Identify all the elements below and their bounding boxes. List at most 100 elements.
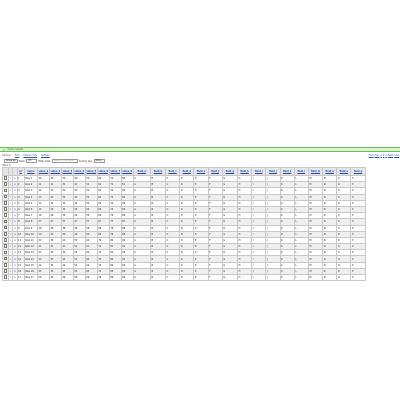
copy-icon[interactable]: ⧉ <box>14 239 16 242</box>
edit-icon[interactable]: ✎ <box>10 251 12 254</box>
row-checkbox[interactable] <box>3 256 8 261</box>
row-checkbox[interactable] <box>3 182 8 187</box>
column-header[interactable]: value_7 <box>108 167 122 176</box>
edit-icon[interactable]: ✎ <box>10 233 12 236</box>
column-header[interactable]: value_6 <box>96 167 110 176</box>
row-checkbox[interactable] <box>3 201 8 205</box>
column-header[interactable]: field_f <box>207 167 223 176</box>
column-header[interactable]: field_o <box>336 167 352 176</box>
edit-icon[interactable]: ✎ <box>10 202 12 205</box>
column-header[interactable]: value_2 <box>48 167 62 176</box>
show-all-button[interactable]: Show all <box>4 158 18 164</box>
table-cell: 66 <box>84 273 98 282</box>
column-header[interactable]: field_g <box>221 167 238 176</box>
copy-icon[interactable]: ⧉ <box>14 264 16 267</box>
page-link[interactable]: First <box>369 154 374 157</box>
edit-icon[interactable]: ✎ <box>10 177 12 180</box>
filter-input[interactable]: Search this table <box>51 158 78 164</box>
row-checkbox[interactable] <box>3 244 8 248</box>
column-header[interactable]: field_n <box>322 167 338 176</box>
row-checkbox[interactable] <box>3 263 8 267</box>
column-header[interactable]: field_k <box>279 167 295 176</box>
column-header[interactable]: field_b <box>149 167 167 176</box>
copy-icon[interactable]: ⧉ <box>14 177 16 180</box>
row-checkbox[interactable] <box>3 226 8 230</box>
column-header[interactable]: field_l <box>293 167 309 176</box>
column-header[interactable]: name <box>23 167 38 176</box>
column-header[interactable]: value_1 <box>36 167 50 176</box>
edit-icon[interactable]: ✎ <box>10 239 12 242</box>
page-link[interactable]: Next <box>388 154 393 157</box>
explain-sql-link[interactable]: Explain SQL <box>23 154 37 157</box>
table-cell: M <box>307 273 324 282</box>
copy-icon[interactable]: ⧉ <box>14 202 16 205</box>
edit-icon[interactable]: ✎ <box>10 220 12 223</box>
copy-icon[interactable]: ⧉ <box>14 196 16 199</box>
table-cell: Row 17 <box>23 273 38 282</box>
row-checkbox[interactable] <box>3 238 8 242</box>
column-header[interactable]: field_e <box>193 167 209 176</box>
edit-icon[interactable]: ✎ <box>10 183 12 186</box>
copy-icon[interactable]: ⧉ <box>14 214 16 217</box>
edit-icon[interactable]: ✎ <box>10 245 12 248</box>
column-header[interactable]: field_a <box>132 167 151 176</box>
row-checkbox[interactable] <box>3 275 8 279</box>
row-checkbox[interactable] <box>3 213 8 218</box>
row-checkbox[interactable] <box>3 176 8 180</box>
page-link[interactable]: 2 <box>383 154 384 157</box>
table-cell: F <box>207 273 223 282</box>
copy-icon[interactable]: ⧉ <box>14 189 16 192</box>
sort-key-select[interactable]: None <box>93 158 105 164</box>
edit-query-link[interactable]: Edit <box>15 154 19 157</box>
edit-icon[interactable]: ✎ <box>10 276 12 279</box>
edit-icon[interactable]: ✎ <box>10 196 12 199</box>
column-header[interactable]: field_m <box>307 167 324 176</box>
column-header[interactable]: field_i <box>251 167 267 176</box>
column-header[interactable]: field_c <box>165 167 181 176</box>
row-checkbox[interactable] <box>3 207 8 211</box>
table-cell: K <box>279 273 295 282</box>
results-table: id name value_1 value_2 value_3 value_4 value_… <box>2 167 366 282</box>
row-checkbox[interactable] <box>3 188 8 193</box>
edit-icon[interactable]: ✎ <box>10 227 12 230</box>
column-header[interactable]: field_p <box>350 167 366 176</box>
column-header[interactable]: value_5 <box>84 167 98 176</box>
rows-per-page-select[interactable]: 25 <box>26 158 38 164</box>
edit-icon[interactable]: ✎ <box>10 208 12 211</box>
copy-icon[interactable]: ⧉ <box>14 251 16 254</box>
page-link[interactable]: Prev <box>374 154 379 157</box>
row-checkbox[interactable] <box>3 195 8 199</box>
copy-icon[interactable]: ⧉ <box>14 276 16 279</box>
page-link[interactable]: 1 <box>380 154 381 157</box>
copy-icon[interactable]: ⧉ <box>14 245 16 248</box>
row-checkbox[interactable] <box>3 250 8 255</box>
column-header[interactable]: id <box>16 167 25 176</box>
edit-icon[interactable]: ✎ <box>10 264 12 267</box>
edit-icon[interactable]: ✎ <box>10 189 12 192</box>
edit-icon[interactable]: ✎ <box>10 214 12 217</box>
column-header[interactable]: field_j <box>265 167 281 176</box>
column-header[interactable]: field_h <box>236 167 253 176</box>
edit-icon[interactable]: ✎ <box>10 270 12 273</box>
row-checkbox[interactable] <box>3 269 8 273</box>
copy-icon[interactable]: ⧉ <box>14 220 16 223</box>
column-header[interactable]: field_d <box>179 167 195 176</box>
copy-icon[interactable]: ⧉ <box>14 233 16 236</box>
row-checkbox[interactable] <box>3 232 8 236</box>
copy-icon[interactable]: ⧉ <box>14 208 16 211</box>
copy-icon[interactable]: ⧉ <box>14 270 16 273</box>
column-header[interactable]: value_3 <box>60 167 74 176</box>
page-link[interactable]: Last <box>394 154 399 157</box>
table-cell: D <box>179 273 195 282</box>
copy-icon[interactable]: ⧉ <box>14 258 16 261</box>
page-link[interactable]: 3 <box>385 154 386 157</box>
column-header[interactable]: value_4 <box>72 167 86 176</box>
column-header[interactable]: value_8 <box>120 167 134 176</box>
edit-icon[interactable]: ✎ <box>10 258 12 261</box>
row-checkbox[interactable] <box>3 219 8 224</box>
refresh-link[interactable]: Refresh <box>41 154 50 157</box>
table-cell: L <box>293 273 309 282</box>
table-controls: Show all Rows: 25 Filter rows: Search th… <box>0 158 400 164</box>
copy-icon[interactable]: ⧉ <box>14 183 16 186</box>
copy-icon[interactable]: ⧉ <box>14 227 16 230</box>
